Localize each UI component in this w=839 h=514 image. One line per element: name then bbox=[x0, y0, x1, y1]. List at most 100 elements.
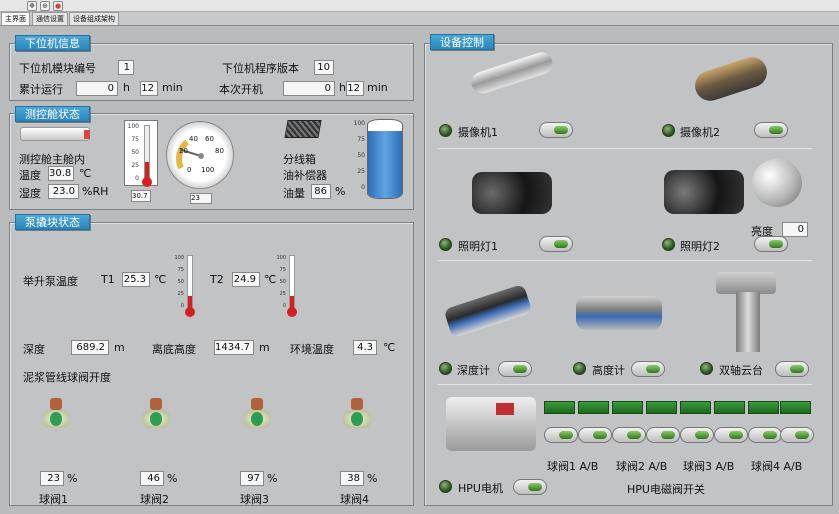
scale-label: 0 bbox=[282, 303, 286, 309]
env-temp-unit: ℃ bbox=[383, 341, 396, 354]
thermometer-tube bbox=[144, 125, 150, 179]
valve1-a-switch[interactable] bbox=[544, 427, 578, 443]
navigate-icon[interactable]: ⊕ bbox=[40, 1, 50, 11]
valve4-b-switch[interactable] bbox=[780, 427, 814, 443]
light2-label: 照明灯2 bbox=[680, 240, 720, 253]
scale-label: 50 bbox=[177, 279, 184, 285]
valve4-a-switch[interactable] bbox=[748, 427, 782, 443]
brightness-knob[interactable] bbox=[752, 159, 802, 207]
ball-valve-icon bbox=[237, 396, 277, 436]
scale-label: 100 bbox=[127, 123, 139, 130]
light1-icon bbox=[472, 172, 552, 214]
valve-1-opening: 23 bbox=[40, 471, 64, 486]
t2-label: T2 bbox=[210, 273, 224, 286]
gauge-readout: 23 bbox=[190, 193, 212, 204]
t1-label: T1 bbox=[101, 273, 115, 286]
valve-status-bar bbox=[780, 401, 811, 414]
divider bbox=[438, 148, 812, 149]
altimeter-icon bbox=[576, 296, 662, 330]
scale-label: 100 bbox=[353, 120, 365, 127]
pan-tilt-switch[interactable] bbox=[775, 361, 809, 377]
camera1-switch[interactable] bbox=[539, 122, 573, 138]
depth-meter-switch[interactable] bbox=[498, 361, 532, 377]
lower-machine-title: 下位机信息 bbox=[15, 35, 90, 51]
valve-status-bar bbox=[578, 401, 609, 414]
t2-field: 24.9 bbox=[232, 272, 260, 287]
depth-field: 689.2 bbox=[71, 340, 109, 355]
altitude-unit: m bbox=[259, 341, 270, 354]
pan-tilt-led bbox=[700, 362, 713, 375]
brightness-field[interactable]: 0 bbox=[782, 222, 808, 237]
cabin-title: 测控舱状态 bbox=[15, 106, 90, 122]
pan-tilt-label: 双轴云台 bbox=[719, 364, 763, 377]
camera1-label: 摄像机1 bbox=[458, 126, 498, 139]
gauge-tick-label: 80 bbox=[215, 147, 224, 155]
move-icon[interactable]: ✥ bbox=[27, 1, 37, 11]
tab-comm-settings[interactable]: 通信设置 bbox=[32, 12, 68, 25]
scale-label: 0 bbox=[361, 184, 365, 191]
minutes-unit: min bbox=[367, 81, 388, 94]
valve-3-opening: 97 bbox=[240, 471, 264, 486]
tab-main[interactable]: 主界面 bbox=[1, 12, 30, 26]
ball-valve-icon bbox=[36, 396, 76, 436]
depth-meter-label: 深度计 bbox=[457, 364, 490, 377]
valve-status-bar bbox=[544, 401, 575, 414]
scale-label: 25 bbox=[131, 162, 139, 169]
altitude-label: 离底高度 bbox=[152, 343, 196, 356]
stop-icon[interactable]: ● bbox=[53, 1, 63, 11]
thermometer-scale: 100 75 50 25 0 bbox=[125, 123, 139, 183]
valve3-b-switch[interactable] bbox=[714, 427, 748, 443]
gauge-tick-label: 0 bbox=[187, 166, 192, 174]
valve3-ab-label: 球阀3 A/B bbox=[683, 460, 735, 473]
light1-switch[interactable] bbox=[539, 236, 573, 252]
valve4-ab-label: 球阀4 A/B bbox=[751, 460, 803, 473]
altimeter-switch[interactable] bbox=[631, 361, 665, 377]
camera2-led bbox=[662, 124, 675, 137]
valve2-a-switch[interactable] bbox=[612, 427, 646, 443]
hpu-motor-icon bbox=[446, 397, 536, 451]
hours-unit: h bbox=[339, 81, 346, 94]
altimeter-label: 高度计 bbox=[592, 364, 625, 377]
oil-level-unit: % bbox=[335, 185, 346, 198]
pan-tilt-top-icon bbox=[716, 272, 776, 294]
valve2-ab-label: 球阀2 A/B bbox=[616, 460, 668, 473]
cabin-temp-label: 温度 bbox=[19, 169, 41, 182]
scale-label: 25 bbox=[279, 291, 286, 297]
valve-2-opening: 46 bbox=[140, 471, 164, 486]
env-temp-field: 4.3 bbox=[353, 340, 377, 355]
camera2-switch[interactable] bbox=[754, 122, 788, 138]
thermometer-bulb bbox=[142, 177, 152, 187]
light1-label: 照明灯1 bbox=[458, 240, 498, 253]
cabin-cylinder-icon bbox=[20, 127, 90, 141]
valve3-a-switch[interactable] bbox=[680, 427, 714, 443]
ball-valve-icon bbox=[337, 396, 377, 436]
junction-box-label: 分线箱 bbox=[283, 153, 316, 166]
minutes-unit: min bbox=[162, 81, 183, 94]
t1-scale: 100 75 50 25 0 bbox=[170, 255, 184, 309]
gauge-tick-label: 60 bbox=[205, 135, 214, 143]
light2-switch[interactable] bbox=[754, 236, 788, 252]
tab-device-architecture[interactable]: 设备组成架构 bbox=[69, 12, 119, 25]
oil-tank bbox=[367, 119, 403, 199]
valve-4-label: 球阀4 bbox=[340, 493, 369, 506]
program-version-field: 10 bbox=[314, 60, 334, 75]
t2-unit: ℃ bbox=[264, 273, 277, 286]
scale-label: 0 bbox=[180, 303, 184, 309]
program-version-label: 下位机程序版本 bbox=[222, 62, 299, 75]
camera1-led bbox=[439, 124, 452, 137]
hours-unit: h bbox=[123, 81, 130, 94]
altimeter-led bbox=[573, 362, 586, 375]
valve1-b-switch[interactable] bbox=[578, 427, 612, 443]
cabin-temp-unit: ℃ bbox=[79, 167, 92, 180]
valve2-b-switch[interactable] bbox=[646, 427, 680, 443]
altitude-field: 1434.7 bbox=[214, 340, 254, 355]
t1-unit: ℃ bbox=[154, 273, 167, 286]
scale-label: 100 bbox=[174, 255, 184, 261]
hpu-motor-switch[interactable] bbox=[513, 479, 547, 495]
valve-1-label: 球阀1 bbox=[39, 493, 68, 506]
oil-level-field: 86 bbox=[311, 184, 331, 199]
t1-bulb bbox=[185, 307, 195, 317]
scale-label: 75 bbox=[177, 267, 184, 273]
valve-status-bar bbox=[646, 401, 677, 414]
boot-hours-field: 0 bbox=[283, 81, 335, 96]
